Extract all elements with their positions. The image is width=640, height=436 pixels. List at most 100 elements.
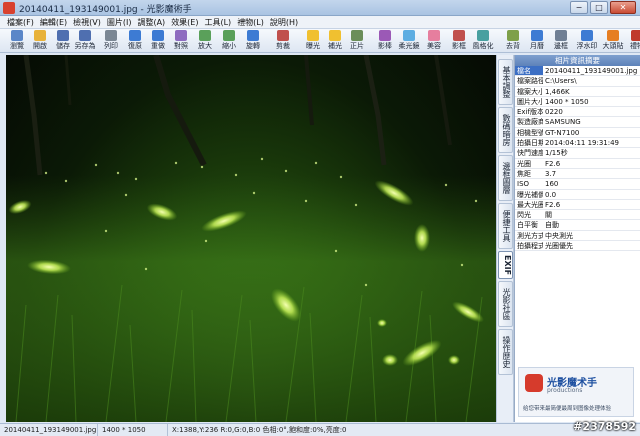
cutout-icon [507, 30, 519, 41]
fill-light-icon [329, 30, 341, 41]
ad-banner[interactable]: 光影魔术手 productions 给您带来最简便最周到图像处理体验 [518, 367, 634, 417]
tab-quick-tools[interactable]: 便捷工具 [498, 203, 513, 249]
toolbar-button-label: 浮水印 [576, 42, 598, 50]
exif-row[interactable]: ISO 160 [515, 179, 640, 190]
exif-row[interactable]: 製造廠商 SAMSUNG [515, 117, 640, 128]
exif-row[interactable]: 白平衡 自動 [515, 220, 640, 231]
exif-row[interactable]: 檔案大小 1,466K [515, 87, 640, 97]
toolbar-button-beauty[interactable]: 美容 [421, 30, 447, 52]
film-icon [351, 30, 363, 41]
exif-row[interactable]: 圖片大小 1400 * 1050 [515, 97, 640, 108]
soft-light-icon [403, 30, 415, 41]
exposure-icon [307, 30, 319, 41]
status-bar: 20140411_193149001.jpg 1400 * 1050 X:138… [0, 423, 640, 436]
toolbar-button-print[interactable]: 列印 [98, 30, 124, 52]
maximize-button[interactable]: □ [590, 1, 608, 14]
exif-key: 閃光 [517, 211, 531, 220]
exif-row[interactable]: 檔案路徑 C:\Users\ [515, 76, 640, 87]
toolbar-button-label: 剪裁 [276, 42, 290, 50]
calendar-icon [531, 30, 543, 41]
status-image-size: 1400 * 1050 [98, 424, 168, 436]
title-bar[interactable]: 20140411_193149001.jpg - 光影魔術手 − □ ✕ [0, 0, 640, 16]
browse-icon [11, 30, 23, 41]
exif-row[interactable]: 光圈 F2.6 [515, 159, 640, 169]
compare-icon [175, 30, 187, 41]
toolbar-button-calendar[interactable]: 月曆 [524, 30, 550, 52]
exif-row[interactable]: 檔名 20140411_193149001.jpg [515, 66, 640, 77]
toolbar-button-rotate[interactable]: 旋轉 [240, 30, 266, 52]
toolbar-button-label: 影框 [452, 42, 466, 50]
toolbar-button-stylize[interactable]: 風格化 [470, 30, 496, 52]
close-button[interactable]: ✕ [610, 1, 636, 14]
toolbar-button-label: 風格化 [472, 42, 494, 50]
toolbar-button-sticker[interactable]: 大頭貼 [600, 30, 626, 52]
toolbar-button-frame[interactable]: 影框 [446, 30, 472, 52]
tab-exif[interactable]: EXIF [498, 251, 513, 279]
menu-tools[interactable]: 工具(L) [201, 16, 234, 28]
exif-row[interactable]: 曝光補償 0.0 [515, 190, 640, 200]
window-controls: − □ ✕ [570, 1, 636, 14]
save-icon [57, 30, 69, 41]
toolbar-button-border[interactable]: 邊框 [548, 30, 574, 52]
toolbar-button-label: 放大 [198, 42, 212, 50]
exif-value: 1,466K [545, 87, 570, 96]
toolbar-button-gift[interactable]: 禮物 [624, 30, 640, 52]
toolbar-button-save-as[interactable]: 另存為 [72, 30, 98, 52]
exif-row[interactable]: 閃光 關 [515, 210, 640, 221]
toolbar-button-film[interactable]: 正片 [344, 30, 370, 52]
toolbar-button-label: 去背 [506, 42, 520, 50]
menu-edit[interactable]: 編輯(E) [37, 16, 70, 28]
toolbar-button-watermark[interactable]: 浮水印 [574, 30, 600, 52]
tab-border-layers[interactable]: 邊框圖層 [498, 155, 513, 201]
toolbar-button-wand[interactable]: 影棒 [372, 30, 398, 52]
toolbar-button-zoom-in[interactable]: 放大 [192, 30, 218, 52]
toolbar-button-compare[interactable]: 對照 [168, 30, 194, 52]
toolbar: 瀏覽 開啟 儲存 另存為 列印 復原 重做 對照 放大 縮小 旋轉 剪裁 曝光 補光 正片 影棒 柔光鏡 美容 影框… [0, 29, 640, 53]
exif-key: 檔案路徑 [517, 77, 543, 86]
exif-key: 圖片大小 [517, 97, 543, 106]
exif-row[interactable]: 拍攝程式 光圈優先 [515, 241, 640, 252]
exif-row[interactable]: 快門速度 1/15秒 [515, 148, 640, 159]
exif-row[interactable]: 焦距 3.7 [515, 169, 640, 180]
menu-adjust[interactable]: 調整(A) [134, 16, 168, 28]
toolbar-button-crop[interactable]: 剪裁 [270, 30, 296, 52]
menu-gifts[interactable]: 禮物(L) [234, 16, 267, 28]
toolbar-button-label: 影棒 [378, 42, 392, 50]
status-pixel-info: X:1388,Y:236 R:0,G:0,B:0 色相:0°,飽和度:0%,亮度… [172, 426, 347, 434]
tab-community[interactable]: 光影社區 [498, 281, 513, 327]
toolbar-button-soft-light[interactable]: 柔光鏡 [396, 30, 422, 52]
exif-value: 光圈優先 [545, 242, 573, 251]
firefly-photo [6, 55, 496, 422]
menu-image[interactable]: 圖片(I) [104, 16, 135, 28]
exif-key: 測光方式 [517, 231, 543, 240]
toolbar-button-zoom-out[interactable]: 縮小 [216, 30, 242, 52]
exif-key: Exif版本 [517, 108, 543, 117]
menu-file[interactable]: 檔案(F) [4, 16, 37, 28]
exif-row[interactable]: Exif版本 0220 [515, 107, 640, 118]
exif-panel-header: 相片資訊摘要 [515, 55, 640, 66]
tab-basic-adjust[interactable]: 基本調整 [498, 59, 513, 105]
print-icon [105, 30, 117, 41]
menu-bar: 檔案(F) 編輯(E) 檢視(V) 圖片(I) 調整(A) 效果(E) 工具(L… [0, 16, 640, 29]
minimize-button[interactable]: − [570, 1, 588, 14]
toolbar-button-cutout[interactable]: 去背 [500, 30, 526, 52]
exif-row[interactable]: 測光方式 中央測光 [515, 231, 640, 242]
photo-canvas[interactable] [6, 55, 496, 422]
exif-row[interactable]: 最大光圈 F2.6 [515, 200, 640, 211]
exif-value: 關 [545, 211, 552, 220]
tab-digital-darkroom[interactable]: 數碼暗房 [498, 107, 513, 153]
exif-key: ISO [517, 180, 530, 189]
menu-view[interactable]: 檢視(V) [70, 16, 104, 28]
crop-icon [277, 30, 289, 41]
toolbar-button-label: 美容 [427, 42, 441, 50]
menu-effects[interactable]: 效果(E) [168, 16, 201, 28]
exif-value: 0220 [545, 108, 563, 117]
tab-history[interactable]: 操作歷史 [498, 329, 513, 375]
app-window: 20140411_193149001.jpg - 光影魔術手 − □ ✕ 檔案(… [0, 0, 640, 436]
exif-row[interactable]: 相機型號 GT-N7100 [515, 128, 640, 139]
toolbar-button-label: 月曆 [530, 42, 544, 50]
exif-row[interactable]: 拍攝日期 2014:04:11 19:31:49 [515, 138, 640, 149]
redo-icon [152, 30, 164, 41]
menu-help[interactable]: 說明(H) [267, 16, 301, 28]
open-icon [34, 30, 46, 41]
